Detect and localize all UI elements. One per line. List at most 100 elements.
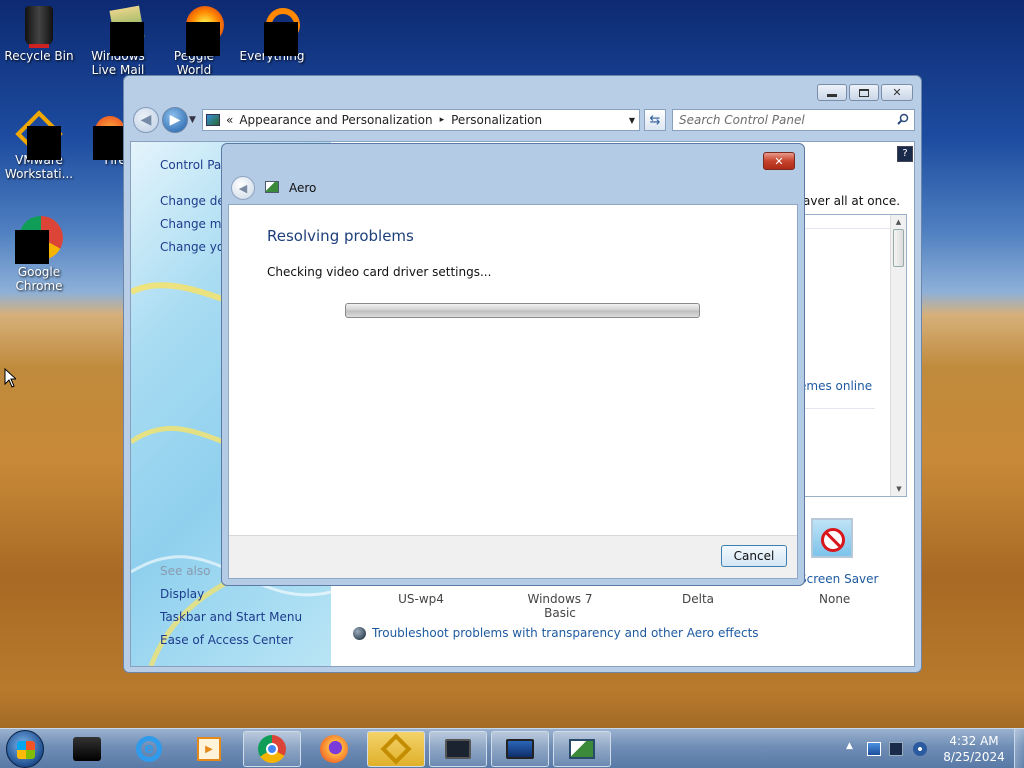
get-themes-online-link[interactable]: emes online — [799, 379, 872, 393]
breadcrumb-appearance-and-personalization[interactable]: Appearance and Personalization — [239, 113, 432, 127]
start-button[interactable] — [6, 730, 44, 768]
taskbar-item-personalization[interactable] — [553, 731, 611, 767]
see-also-display[interactable]: Display — [160, 587, 204, 601]
address-dropdown-icon[interactable]: ▼ — [629, 116, 635, 125]
peggle-world-icon — [174, 6, 224, 56]
troubleshoot-link-row[interactable]: Troubleshoot problems with transparency … — [353, 626, 759, 640]
desktop-icon-everything[interactable]: Everything — [236, 6, 308, 63]
dark-box-icon — [73, 737, 101, 761]
refresh-button[interactable]: ⇆ — [644, 109, 666, 131]
window-caption-buttons: ✕ — [817, 84, 913, 101]
themes-list: emes online ▲ ▼ — [799, 214, 907, 497]
vmware-icon — [15, 110, 63, 160]
desktop-icon-peggle-world[interactable]: Peggle World — [158, 6, 230, 77]
scrollbar-thumb[interactable] — [893, 229, 904, 267]
search-icon — [897, 113, 909, 128]
maximize-icon — [859, 88, 869, 97]
themes-scrollbar[interactable]: ▲ ▼ — [890, 215, 906, 496]
address-bar[interactable]: « Appearance and Personalization ▸ Perso… — [202, 109, 640, 131]
screen-saver-value: None — [819, 592, 851, 606]
internet-explorer-icon: e — [136, 736, 162, 762]
screen-saver-link[interactable]: Screen Saver — [799, 572, 878, 586]
cancel-button[interactable]: Cancel — [721, 545, 787, 567]
desktop-icon-google-chrome[interactable]: Google Chrome — [3, 214, 75, 293]
dialog-heading: Resolving problems — [267, 227, 414, 245]
everything-icon — [252, 6, 300, 56]
vmware-icon — [380, 733, 412, 765]
help-button[interactable]: ? — [897, 146, 913, 162]
windows-orb-icon — [17, 741, 35, 759]
search-placeholder: Search Control Panel — [679, 113, 805, 127]
show-hidden-icons-button[interactable]: ▲ — [846, 741, 853, 751]
dialog-back-button[interactable]: ◀ — [231, 176, 255, 200]
themes-list-divider — [799, 408, 875, 409]
volume-tray-icon[interactable] — [913, 742, 927, 756]
breadcrumb-personalization[interactable]: Personalization — [451, 113, 542, 127]
taskbar-item-chrome[interactable] — [243, 731, 301, 767]
clock-time: 4:32 AM — [949, 734, 999, 748]
clock[interactable]: 4:32 AM 8/25/2024 — [938, 733, 1010, 765]
progress-bar — [345, 303, 700, 318]
taskbar-item-1[interactable] — [58, 731, 116, 767]
dialog-status-text: Checking video card driver settings... — [267, 265, 492, 279]
troubleshooter-icon — [353, 626, 366, 640]
firefox-icon — [320, 735, 348, 763]
desktop-icon-label: Recycle Bin — [4, 49, 74, 63]
back-arrow-icon: ◀ — [238, 181, 248, 195]
clock-date: 8/25/2024 — [943, 750, 1005, 764]
breadcrumb-overflow[interactable]: « — [226, 113, 233, 127]
troubleshooter-app-icon — [265, 181, 279, 193]
scroll-up-arrow-icon[interactable]: ▲ — [891, 215, 906, 229]
taskbar-item-vmware[interactable] — [367, 731, 425, 767]
theme-label-us-wp4: US-wp4 — [398, 592, 444, 606]
taskbar-item-monitor2[interactable] — [491, 731, 549, 767]
mouse-cursor-icon — [4, 368, 16, 388]
close-icon: ✕ — [774, 154, 784, 168]
troubleshoot-link[interactable]: Troubleshoot problems with transparency … — [372, 626, 759, 640]
scroll-down-arrow-icon[interactable]: ▼ — [891, 482, 907, 496]
maximize-button[interactable] — [849, 84, 879, 101]
aero-troubleshooter-dialog: ✕ ◀ Aero Resolving problems Checking vid… — [221, 143, 805, 586]
dialog-close-button[interactable]: ✕ — [763, 152, 795, 170]
screen-saver-icon[interactable] — [811, 518, 853, 558]
chrome-icon — [258, 735, 286, 763]
taskbar-item-firefox[interactable] — [305, 731, 363, 767]
desktop-icon-recycle-bin[interactable]: Recycle Bin — [3, 6, 75, 63]
recent-pages-dropdown-icon[interactable]: ▼ — [189, 115, 196, 125]
personalization-icon — [569, 739, 595, 759]
network-tray-icon[interactable] — [867, 742, 881, 756]
see-also-taskbar[interactable]: Taskbar and Start Menu — [160, 610, 302, 624]
taskbar-item-ie[interactable]: e — [120, 731, 178, 767]
refresh-icon: ⇆ — [649, 112, 661, 128]
desktop-icon-label: Google Chrome — [15, 265, 63, 293]
taskbar-item-monitor1[interactable] — [429, 731, 487, 767]
back-button[interactable]: ◀ — [133, 107, 159, 133]
dialog-content: Resolving problems Checking video card d… — [228, 204, 798, 579]
minimize-button[interactable] — [817, 84, 847, 101]
search-input[interactable]: Search Control Panel — [672, 109, 915, 131]
action-center-tray-icon[interactable] — [889, 742, 903, 756]
monitor-icon — [506, 739, 534, 759]
close-button[interactable]: ✕ — [881, 84, 913, 101]
control-panel-icon — [206, 114, 220, 126]
show-desktop-button[interactable] — [1014, 729, 1024, 768]
theme-label-delta: Delta — [681, 592, 714, 606]
taskbar-item-media[interactable]: ▶ — [180, 731, 238, 767]
desktop-icon-vmware[interactable]: VMware Workstati... — [3, 110, 75, 181]
monitor-icon — [445, 739, 471, 759]
back-arrow-icon: ◀ — [140, 112, 152, 128]
taskbar: e ▶ ▲ 4:32 AM 8/25/2024 — [0, 728, 1024, 768]
breadcrumb-separator[interactable]: ▸ — [440, 115, 445, 125]
dialog-title: Aero — [289, 181, 317, 195]
sidebar-link-change-mouse[interactable]: Change mo — [160, 217, 229, 231]
forward-arrow-icon: ▶ — [169, 112, 181, 128]
forward-button[interactable]: ▶ — [162, 107, 188, 133]
see-also-ease-of-access[interactable]: Ease of Access Center — [160, 633, 293, 647]
see-also-heading: See also — [160, 564, 211, 578]
desktop-icon-windows-live-mail[interactable]: Windows Live Mail — [80, 5, 156, 77]
recycle-bin-icon — [19, 6, 59, 48]
dialog-footer: Cancel — [229, 535, 797, 578]
control-panel-home-link[interactable]: Control Pan — [160, 158, 229, 172]
firefox-icon — [81, 110, 129, 160]
navigation-bar: ◀ ▶ ▼ « Appearance and Personalization ▸… — [130, 106, 915, 134]
